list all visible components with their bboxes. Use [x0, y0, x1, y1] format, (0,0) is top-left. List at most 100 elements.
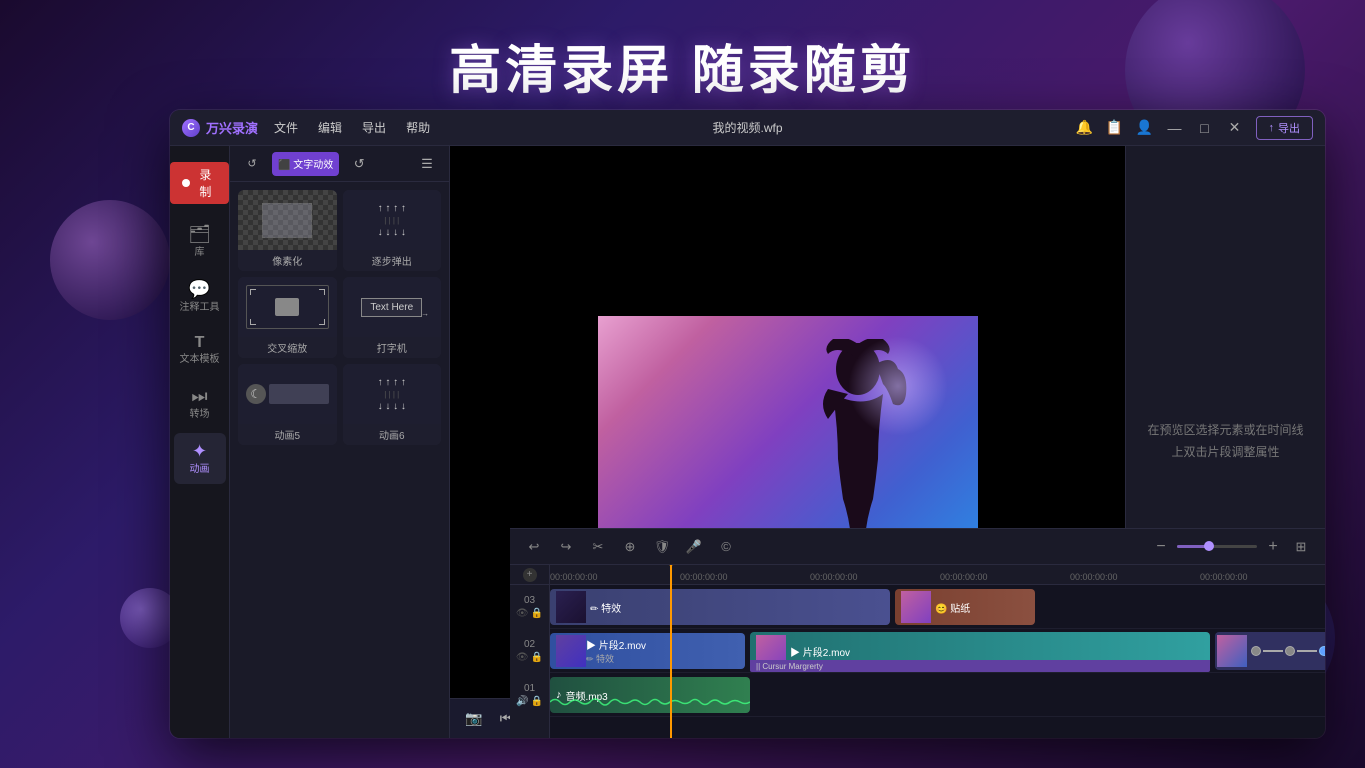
sidebar-item-library[interactable]: 🗂 库 [174, 216, 226, 267]
zoom-thumb [1204, 541, 1214, 551]
track-01-eye[interactable]: 🔊 [516, 696, 528, 707]
panel-tool-4[interactable]: ☰ [413, 152, 441, 176]
panel-label-crosszoom: 交叉缩放 [238, 337, 337, 358]
menu-edit[interactable]: 编辑 [318, 119, 342, 136]
panel-toolbar: ↺ ⬛ 文字动效 ↺ ☰ [230, 146, 449, 182]
annotation-icon: 💬 [188, 279, 210, 300]
camera-btn[interactable]: 📷 [462, 707, 486, 731]
clip-track02-cursor[interactable]: || Cursur Margrerty [750, 660, 1210, 672]
track-01-label: 01 🔊 🔒 [510, 673, 550, 717]
timeline-body: + 03 👁 🔒 02 [510, 565, 1325, 738]
sidebar-item-text[interactable]: T 文本模板 [174, 326, 226, 374]
clip-label-effect-v1: ✏ 特效 [586, 652, 646, 665]
clip-track01-audio[interactable]: ♪ 音频.mp3 [550, 677, 750, 713]
titlebar-icon-3[interactable]: 👤 [1136, 119, 1154, 137]
timeline-ruler: 00:00:00:00 00:00:00:00 00:00:00:00 00:0… [550, 565, 1325, 585]
clip-track03-sticker[interactable]: 😊 贴纸 [895, 589, 1035, 625]
track-labels-col: + 03 👁 🔒 02 [510, 565, 550, 738]
sidebar-item-transition[interactable]: ⏭ 转场 [174, 378, 226, 429]
logo-icon: C [182, 119, 200, 137]
panel-item-anim5[interactable]: ☾ 动画5 [238, 364, 337, 445]
clip-track02-video3[interactable] [1215, 632, 1325, 670]
panel-preview-anim6: ↑ ↑ ↑ ↑ | | | | ↓ ↓ ↓ ↓ [343, 364, 442, 424]
shield-btn[interactable]: 🛡 [650, 535, 674, 559]
titlebar-icon-2[interactable]: 📋 [1106, 119, 1124, 137]
track-01-lock[interactable]: 🔒 [531, 696, 543, 707]
text-here-preview: Text Here [361, 298, 422, 317]
zoom-in-btn[interactable]: + [1263, 537, 1283, 557]
dot-3 [1319, 646, 1325, 656]
zoom-out-btn[interactable]: − [1151, 537, 1171, 557]
titlebar-icon-1[interactable]: 🔔 [1076, 119, 1094, 137]
maximize-button[interactable]: □ [1196, 119, 1214, 137]
dot-1 [1251, 646, 1261, 656]
undo-btn[interactable]: ↩ [522, 535, 546, 559]
mic-btn[interactable]: 🎤 [682, 535, 706, 559]
track-02-lock[interactable]: 🔒 [531, 652, 543, 663]
text-anim-label: ⬛ 文字动效 [278, 156, 333, 171]
export-button[interactable]: ↑ 导出 [1256, 116, 1314, 140]
title-bar-left: C 万兴录演 文件 编辑 导出 帮助 [182, 118, 430, 137]
circle-btn[interactable]: © [714, 535, 738, 559]
panel-tool-1[interactable]: ↺ [238, 152, 266, 176]
menu-bar: 文件 编辑 导出 帮助 [274, 119, 430, 136]
menu-export[interactable]: 导出 [362, 119, 386, 136]
track-02-eye[interactable]: 👁 [516, 652, 529, 663]
panel-item-stepout[interactable]: ↑ ↑ ↑ ↑ | | | | ↓ ↓ ↓ ↓ 逐步弹出 [343, 190, 442, 271]
panel-label-stepout: 逐步弹出 [343, 250, 442, 271]
panel-label-anim5: 动画5 [238, 424, 337, 445]
add-track-btn[interactable]: + [523, 568, 537, 582]
timeline-toolbar: ↩ ↪ ✂ ⊕ 🛡 🎤 © − + ⊞ [510, 529, 1325, 565]
panel-preview-stepout: ↑ ↑ ↑ ↑ | | | | ↓ ↓ ↓ ↓ [343, 190, 442, 250]
split-btn[interactable]: ⊕ [618, 535, 642, 559]
cut-btn[interactable]: ✂ [586, 535, 610, 559]
redo-btn[interactable]: ↪ [554, 535, 578, 559]
menu-help[interactable]: 帮助 [406, 119, 430, 136]
clip-label-v1: ▶ 片段2.mov [586, 637, 646, 652]
clip-label-v2: ▶ 片段2.mov [790, 644, 850, 659]
track-01-content: ♪ 音频.mp3 [550, 673, 1325, 717]
panel-preview-pixelize [238, 190, 337, 250]
ruler-spacer: + [510, 565, 549, 585]
main-headline: 高清录屏 随录随剪 [0, 28, 1365, 103]
zoom-slider[interactable] [1177, 545, 1257, 548]
panel-item-typewriter[interactable]: Text Here 打字机 [343, 277, 442, 358]
clip-track02-video1[interactable]: ▶ 片段2.mov ✏ 特效 [550, 633, 745, 669]
panel-item-anim6[interactable]: ↑ ↑ ↑ ↑ | | | | ↓ ↓ ↓ ↓ 动画6 [343, 364, 442, 445]
fit-timeline-btn[interactable]: ⊞ [1289, 535, 1313, 559]
track-01-controls: 🔊 🔒 [516, 696, 543, 707]
track-03-label: 03 👁 🔒 [510, 585, 550, 629]
line-2 [1297, 650, 1317, 652]
close-button[interactable]: ✕ [1226, 119, 1244, 137]
record-button[interactable]: 录制 [170, 162, 229, 204]
clip-track03-effect[interactable]: ✏ 特效 [550, 589, 890, 625]
minimize-button[interactable]: — [1166, 119, 1184, 137]
panel-grid: 像素化 ↑ ↑ ↑ ↑ | | | | ↓ ↓ ↓ ↓ 逐步弹出 [230, 182, 449, 453]
animation-icon: ✦ [192, 441, 207, 462]
timeline-area: ↩ ↪ ✂ ⊕ 🛡 🎤 © − + ⊞ [510, 528, 1325, 738]
ruler-4: 00:00:00:00 [1070, 572, 1118, 582]
sidebar-item-animation[interactable]: ✦ 动画 [174, 433, 226, 484]
clip-thumb-v1 [556, 635, 586, 667]
cursor-label: || Cursur Margrerty [756, 662, 823, 671]
right-hint: 在预览区选择元素或在时间线上双击片段调整属性 [1142, 420, 1309, 463]
ruler-3: 00:00:00:00 [940, 572, 988, 582]
menu-file[interactable]: 文件 [274, 119, 298, 136]
clip-v1-labels: ▶ 片段2.mov ✏ 特效 [586, 637, 646, 665]
panel-area: ↺ ⬛ 文字动效 ↺ ☰ 像素化 [230, 146, 450, 738]
sidebar-label-library: 库 [195, 247, 205, 259]
panel-item-crosszoom[interactable]: 交叉缩放 [238, 277, 337, 358]
waveform [550, 695, 750, 709]
track-03-content: ✏ 特效 😊 贴纸 [550, 585, 1325, 629]
bg-sphere-left [50, 200, 170, 320]
sidebar-item-annotation[interactable]: 💬 注释工具 [174, 271, 226, 322]
timeline-right-controls: − + ⊞ [1151, 535, 1313, 559]
panel-tool-text-anim[interactable]: ⬛ 文字动效 [272, 152, 339, 176]
dot-2 [1285, 646, 1295, 656]
stepout-arrows: ↑ ↑ ↑ ↑ | | | | ↓ ↓ ↓ ↓ [378, 203, 406, 238]
track-03-lock[interactable]: 🔒 [531, 608, 543, 619]
track-03-eye[interactable]: 👁 [516, 608, 529, 619]
panel-item-pixelize[interactable]: 像素化 [238, 190, 337, 271]
panel-tool-3[interactable]: ↺ [345, 152, 373, 176]
playhead[interactable] [670, 565, 672, 738]
